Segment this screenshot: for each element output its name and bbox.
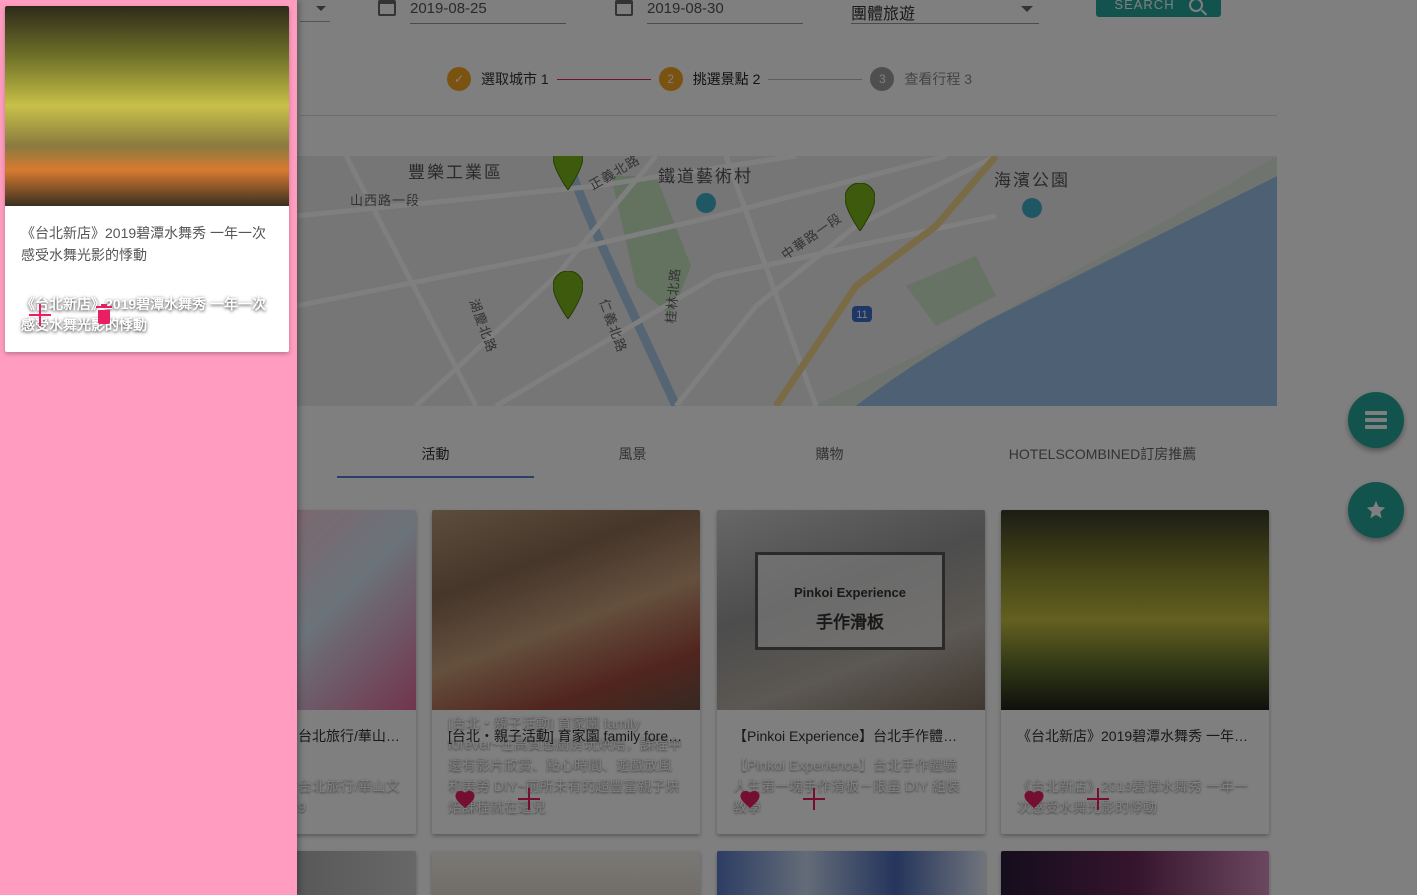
- trash-icon-bin: [98, 310, 110, 324]
- trash-icon[interactable]: [91, 302, 117, 328]
- card-image: [5, 6, 289, 206]
- trash-icon-lid: [96, 306, 112, 308]
- favorites-drawer: 《台北新店》2019碧潭水舞秀 一年一次感受水舞光影的悸動 《台北新店》2019…: [0, 0, 297, 895]
- favorite-card[interactable]: 《台北新店》2019碧潭水舞秀 一年一次感受水舞光影的悸動 《台北新店》2019…: [5, 6, 289, 352]
- card-actions: [27, 302, 117, 328]
- plus-icon[interactable]: [27, 302, 53, 328]
- card-title: 《台北新店》2019碧潭水舞秀 一年一次感受水舞光影的悸動: [21, 225, 267, 263]
